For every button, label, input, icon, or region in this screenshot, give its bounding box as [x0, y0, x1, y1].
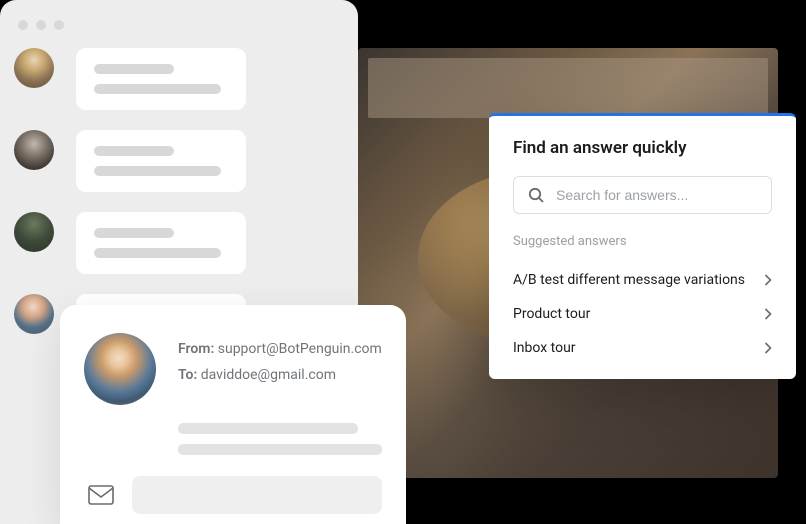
- skeleton-line: [94, 64, 174, 74]
- avatar: [14, 212, 54, 252]
- skeleton-line: [94, 228, 174, 238]
- window-dot-maximize[interactable]: [54, 20, 64, 30]
- from-value: support@BotPenguin.com: [218, 341, 382, 357]
- window-dot-minimize[interactable]: [36, 20, 46, 30]
- skeleton-line: [178, 423, 358, 434]
- sender-avatar: [84, 333, 156, 405]
- to-label: To:: [178, 367, 197, 383]
- reply-input[interactable]: [132, 476, 382, 514]
- suggestion-text: A/B test different message variations: [513, 272, 745, 288]
- from-label: From:: [178, 341, 214, 357]
- chevron-right-icon: [764, 274, 772, 286]
- avatar: [14, 48, 54, 88]
- suggestion-item[interactable]: Product tour: [513, 297, 772, 331]
- answer-title: Find an answer quickly: [513, 138, 772, 158]
- suggestion-text: Inbox tour: [513, 340, 576, 356]
- avatar: [14, 294, 54, 334]
- search-icon: [528, 187, 544, 203]
- mail-icon: [88, 485, 114, 505]
- skeleton-line: [94, 146, 174, 156]
- answer-popup: Find an answer quickly Suggested answers…: [489, 113, 796, 379]
- chevron-right-icon: [764, 342, 772, 354]
- email-body: [84, 421, 382, 455]
- window-dot-close[interactable]: [18, 20, 28, 30]
- email-footer: [84, 476, 382, 514]
- email-meta: From: support@BotPenguin.com To: daviddo…: [178, 333, 382, 389]
- conversation-preview: [76, 130, 246, 192]
- suggestion-item[interactable]: Inbox tour: [513, 331, 772, 365]
- email-header: From: support@BotPenguin.com To: daviddo…: [84, 333, 382, 405]
- search-input[interactable]: [556, 187, 757, 203]
- window-controls: [0, 12, 358, 40]
- email-from-line: From: support@BotPenguin.com: [178, 337, 382, 363]
- chevron-right-icon: [764, 308, 772, 320]
- email-to-line: To: daviddoe@gmail.com: [178, 363, 382, 389]
- conversation-item[interactable]: [14, 212, 344, 274]
- suggestion-item[interactable]: A/B test different message variations: [513, 263, 772, 297]
- avatar: [14, 130, 54, 170]
- conversation-preview: [76, 212, 246, 274]
- suggestion-text: Product tour: [513, 306, 590, 322]
- suggested-label: Suggested answers: [513, 234, 772, 249]
- search-box[interactable]: [513, 176, 772, 214]
- skeleton-line: [94, 248, 221, 258]
- email-card: From: support@BotPenguin.com To: daviddo…: [60, 305, 406, 524]
- skeleton-line: [178, 444, 382, 455]
- conversation-item[interactable]: [14, 130, 344, 192]
- to-value: daviddoe@gmail.com: [201, 367, 336, 383]
- conversation-preview: [76, 48, 246, 110]
- conversation-item[interactable]: [14, 48, 344, 110]
- skeleton-line: [94, 84, 221, 94]
- skeleton-line: [94, 166, 221, 176]
